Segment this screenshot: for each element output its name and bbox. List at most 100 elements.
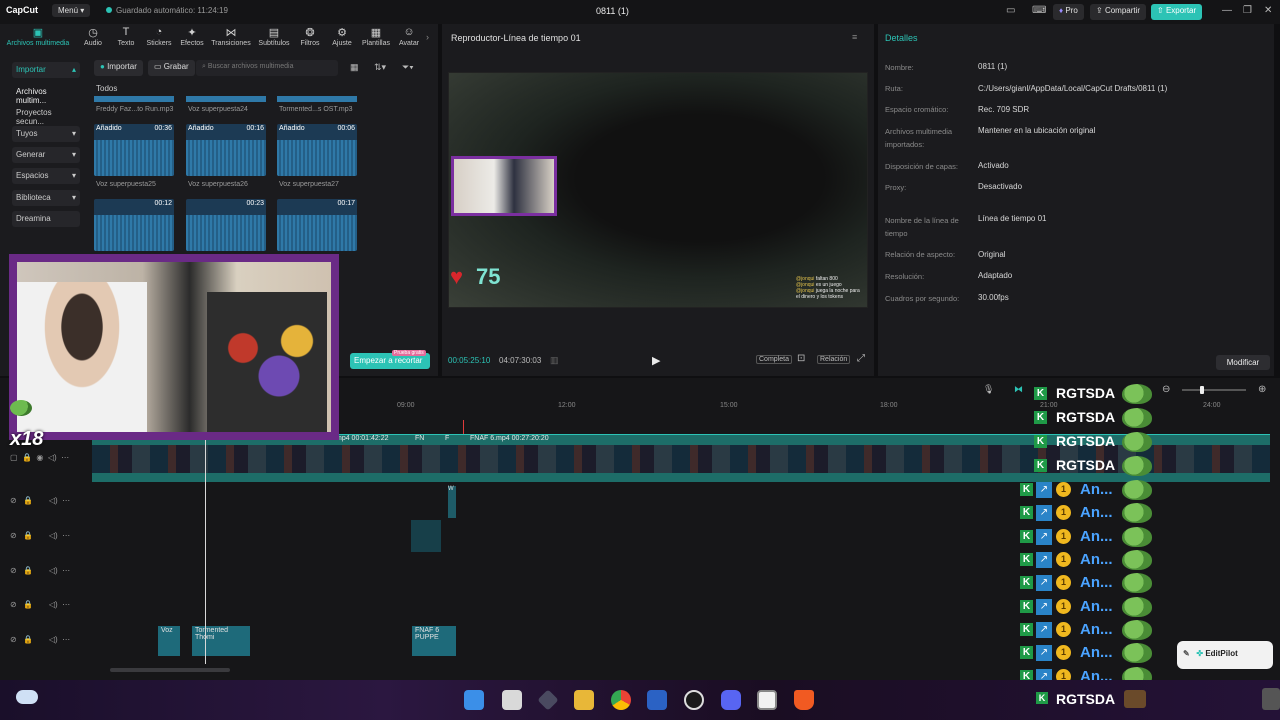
screenshot-icon[interactable]: ⊡ — [797, 353, 805, 364]
task-view-icon[interactable] — [502, 690, 522, 710]
word-icon[interactable] — [647, 690, 667, 710]
media-tile-partial[interactable] — [94, 96, 174, 102]
tab-media[interactable]: ▣ Archivos multimedia — [4, 26, 72, 47]
windows-start-icon[interactable] — [464, 690, 484, 710]
menu-button[interactable]: Menú ▾ — [52, 4, 91, 17]
media-tile-partial[interactable] — [277, 96, 357, 102]
media-tile-partial[interactable] — [186, 96, 266, 102]
chat-username: An... — [1080, 574, 1113, 591]
media-tile[interactable]: Añadido 00:16 — [186, 124, 266, 176]
track-controls[interactable]: ⊘ 🔒 ◁) ⋯ — [10, 496, 70, 505]
media-tile-label: Voz superpuesta26 — [188, 181, 248, 188]
ruler-tick-label: 12:00 — [558, 402, 576, 409]
timeline-scrollbar[interactable] — [110, 668, 230, 672]
chevron-down-icon: ▾ — [71, 193, 76, 202]
shortcuts-icon[interactable]: ⌨ — [1032, 5, 1046, 16]
overlay-clip[interactable] — [411, 520, 441, 552]
audio-clip[interactable]: Voz — [158, 626, 180, 656]
media-tile[interactable]: 00:12 — [94, 199, 174, 251]
play-icon[interactable]: ▶ — [652, 354, 660, 367]
full-quality-button[interactable]: Completa — [756, 355, 792, 364]
ruler-tick-label: 09:00 — [397, 402, 415, 409]
zoom-in-icon[interactable]: ⊕ — [1258, 384, 1266, 395]
tab-effects[interactable]: ✦ Efectos — [175, 26, 209, 47]
editpilot-button[interactable]: ✎ ✜ EditPilot — [1177, 641, 1273, 669]
share-label: Compartir — [1104, 6, 1141, 15]
track-controls[interactable]: ⊘ 🔒 ◁) ⋯ — [10, 566, 70, 575]
waveform-toggle-icon[interactable]: ▥ — [550, 355, 559, 366]
sidebar-item-projects[interactable]: Proyectos secun... — [12, 105, 80, 126]
media-tile[interactable]: 00:17 — [277, 199, 357, 251]
sidebar-item-yours[interactable]: Tuyos ▾ — [12, 126, 80, 142]
microphone-icon[interactable]: 🎙 — [983, 384, 994, 395]
media-tile[interactable]: 00:23 — [186, 199, 266, 251]
tray-icon[interactable] — [1262, 688, 1280, 710]
weather-icon[interactable] — [16, 690, 38, 704]
sidebar-item-import[interactable]: Importar ▴ — [12, 62, 80, 78]
maximize-icon[interactable]: ❐ — [1243, 5, 1252, 16]
media-tile[interactable]: Añadido 00:36 — [94, 124, 174, 176]
chevron-right-icon[interactable]: › — [426, 32, 429, 42]
export-button[interactable]: ⇧ Exportar — [1151, 4, 1203, 20]
kick-icon: K — [1034, 411, 1047, 424]
track-controls[interactable]: ⊘ 🔒 ◁) ⋯ — [10, 531, 70, 540]
record-button[interactable]: ▭ Grabar — [148, 60, 195, 76]
audio-clip[interactable]: Tormented Thomi — [192, 626, 250, 656]
zoom-out-icon[interactable]: ⊖ — [1162, 384, 1170, 395]
media-tile[interactable]: Añadido 00:06 — [277, 124, 357, 176]
file-explorer-icon[interactable] — [574, 690, 594, 710]
chrome-icon[interactable] — [611, 690, 631, 710]
sidebar-item-generate[interactable]: Generar ▾ — [12, 147, 80, 163]
overlay-clip[interactable]: W — [448, 486, 456, 518]
layout-icon[interactable]: ▭ — [1006, 5, 1015, 16]
import-button[interactable]: ● Importar — [94, 60, 143, 76]
share-icon: ⇪ — [1096, 6, 1103, 15]
sidebar-item-library[interactable]: Biblioteca ▾ — [12, 190, 80, 206]
share-button[interactable]: ⇪ Compartir — [1090, 4, 1147, 20]
tab-avatar[interactable]: ☺ Avatar — [395, 26, 423, 47]
track-controls[interactable]: ⊘ 🔒 ◁) ⋯ — [10, 600, 70, 609]
track-controls[interactable]: ⊘ 🔒 ◁) ⋯ — [10, 635, 70, 644]
ratio-button[interactable]: Relación — [817, 355, 851, 364]
frog-emote-icon — [1122, 408, 1152, 428]
tab-stickers[interactable]: ◔ Stickers — [142, 26, 176, 47]
tab-text[interactable]: T Texto — [109, 26, 143, 47]
discord-icon[interactable] — [721, 690, 741, 710]
tab-transitions[interactable]: ⋈ Transiciones — [210, 26, 252, 47]
pro-button[interactable]: ♦ Pro — [1053, 4, 1084, 20]
kick-icon: K — [1034, 387, 1047, 400]
tab-templates[interactable]: ▦ Plantillas — [359, 26, 393, 47]
tab-audio[interactable]: ◷ Audio — [76, 26, 110, 47]
sort-icon[interactable]: ⇅▾ — [374, 62, 386, 73]
detail-label: Archivos multimedia importados: — [885, 127, 953, 149]
coin-badge: 1 — [1056, 505, 1071, 520]
capcut-icon[interactable] — [757, 690, 777, 710]
filter-icon[interactable]: ⏷▾ — [402, 62, 414, 73]
grid-view-icon[interactable]: ▦ — [350, 62, 359, 73]
fullscreen-icon[interactable]: ⤢ — [857, 353, 865, 364]
sidebar-item-media[interactable]: Archivos multim... — [12, 84, 80, 105]
tab-filters[interactable]: ❂ Filtros — [293, 26, 327, 47]
detail-value: Desactivado — [978, 182, 1023, 191]
modify-button[interactable]: Modificar — [1216, 355, 1270, 370]
tab-subtitles[interactable]: ▤ Subtítulos — [256, 26, 292, 47]
tab-adjust[interactable]: ⚙ Ajuste — [325, 26, 359, 47]
zoom-slider[interactable] — [1182, 386, 1246, 394]
obs-icon[interactable] — [684, 690, 704, 710]
chat-username: RGTSDA — [1056, 691, 1116, 707]
audio-clip[interactable]: FNAF 6 PUPPE — [412, 626, 456, 656]
sidebar-item-dreamina[interactable]: Dreamina — [12, 211, 80, 227]
brave-icon[interactable] — [794, 690, 814, 710]
zoom-slider-handle[interactable] — [1200, 386, 1204, 394]
detail-value: Adaptado — [978, 271, 1013, 280]
sidebar-item-spaces[interactable]: Espacios ▾ — [12, 168, 80, 184]
close-icon[interactable]: ✕ — [1264, 5, 1272, 16]
playhead-marker[interactable] — [463, 420, 464, 434]
menu-lines-icon[interactable]: ≡ — [852, 32, 857, 42]
track-controls[interactable]: ▢ 🔒 ◉ ◁) ⋯ — [10, 453, 69, 462]
media-search-input[interactable]: ⌕ Buscar archivos multimedia — [196, 60, 338, 76]
timeline-playhead[interactable] — [205, 440, 206, 664]
clip-label: FNAF 6.mp4 00:27:20:20 — [470, 435, 549, 442]
minimize-icon[interactable]: — — [1222, 5, 1232, 16]
cursor-badge-icon: ↗ — [1036, 575, 1052, 591]
